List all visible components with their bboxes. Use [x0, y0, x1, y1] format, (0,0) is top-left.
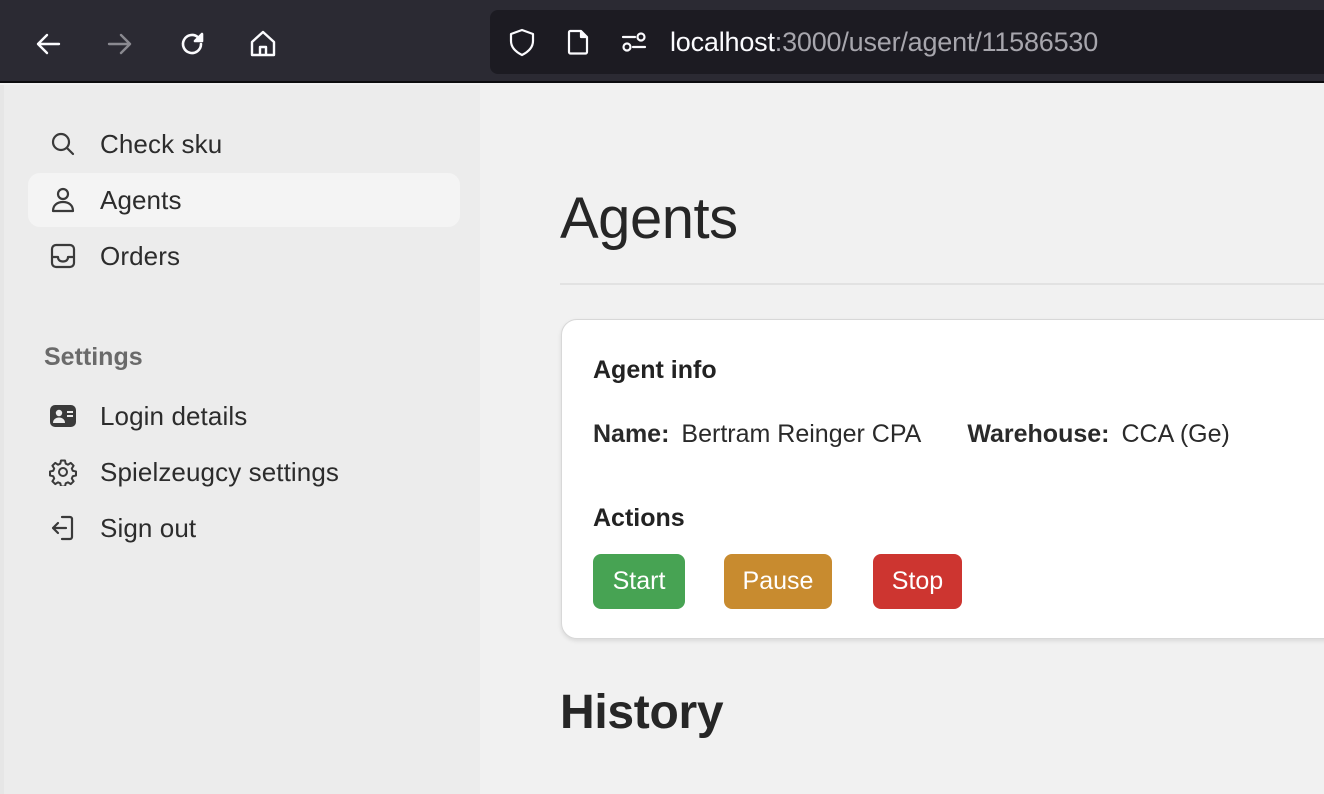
main-content: Agents Agent info Name: Bertram Reinger C…	[480, 85, 1324, 794]
document-icon	[567, 29, 589, 55]
sidebar-item-label: Check sku	[100, 128, 223, 159]
history-heading: History	[560, 686, 724, 739]
id-card-icon	[48, 401, 78, 431]
sidebar-item-orders[interactable]: Orders	[28, 229, 460, 283]
sidebar-item-label: Login details	[100, 400, 248, 431]
start-button[interactable]: Start	[593, 554, 685, 609]
url-path: :3000/user/agent/11586530	[774, 27, 1099, 57]
url-host: localhost	[670, 27, 775, 57]
sidebar-item-check-sku[interactable]: Check sku	[28, 117, 460, 171]
url-bar[interactable]: localhost:3000/user/agent/11586530	[490, 10, 1324, 74]
title-divider	[560, 283, 1324, 285]
stop-button[interactable]: Stop	[873, 554, 962, 609]
sidebar-item-agents[interactable]: Agents	[28, 173, 460, 227]
inbox-icon	[48, 241, 78, 271]
page-info-button[interactable]	[562, 26, 594, 58]
sidebar-item-label: Sign out	[100, 512, 197, 543]
permissions-button[interactable]	[618, 26, 650, 58]
tracking-protection-button[interactable]	[506, 26, 538, 58]
reload-icon	[181, 32, 204, 55]
sidebar: Check sku Agents Orders Settings Login d…	[0, 85, 480, 794]
arrow-left-icon	[36, 33, 61, 55]
sliders-icon	[621, 32, 647, 52]
warehouse-value: CCA (Ge)	[1121, 420, 1230, 448]
sidebar-item-label: Orders	[100, 240, 181, 271]
name-value: Bertram Reinger CPA	[681, 420, 922, 448]
home-icon	[250, 30, 276, 57]
browser-toolbar: localhost:3000/user/agent/11586530	[0, 0, 1324, 83]
forward-button[interactable]	[98, 22, 142, 66]
settings-heading: Settings	[44, 343, 143, 371]
arrow-right-icon	[107, 33, 132, 55]
agent-info-heading: Agent info	[593, 356, 717, 384]
home-button[interactable]	[241, 22, 285, 66]
shield-icon	[509, 28, 535, 57]
user-icon	[48, 185, 78, 215]
agent-info-card: Agent info Name: Bertram Reinger CPA Wareh…	[561, 319, 1324, 639]
sidebar-item-login-details[interactable]: Login details	[28, 389, 460, 443]
back-button[interactable]	[26, 22, 70, 66]
url-text[interactable]: localhost:3000/user/agent/11586530	[670, 26, 1098, 58]
name-label: Name:	[593, 420, 670, 448]
agent-info-row: Name: Bertram Reinger CPA Warehouse: CCA (G…	[593, 420, 1230, 449]
sidebar-item-sign-out[interactable]: Sign out	[28, 501, 460, 555]
page-title: Agents	[560, 186, 738, 251]
reload-button[interactable]	[170, 22, 214, 66]
sign-out-icon	[48, 513, 78, 543]
sidebar-item-label: Spielzeugcy settings	[100, 456, 340, 487]
sidebar-item-label: Agents	[100, 184, 182, 215]
warehouse-label: Warehouse:	[967, 420, 1110, 448]
actions-heading: Actions	[593, 504, 685, 532]
gear-icon	[48, 457, 78, 487]
sidebar-item-spielzeugcy-settings[interactable]: Spielzeugcy settings	[28, 445, 460, 499]
search-icon	[48, 129, 78, 159]
pause-button[interactable]: Pause	[724, 554, 832, 609]
